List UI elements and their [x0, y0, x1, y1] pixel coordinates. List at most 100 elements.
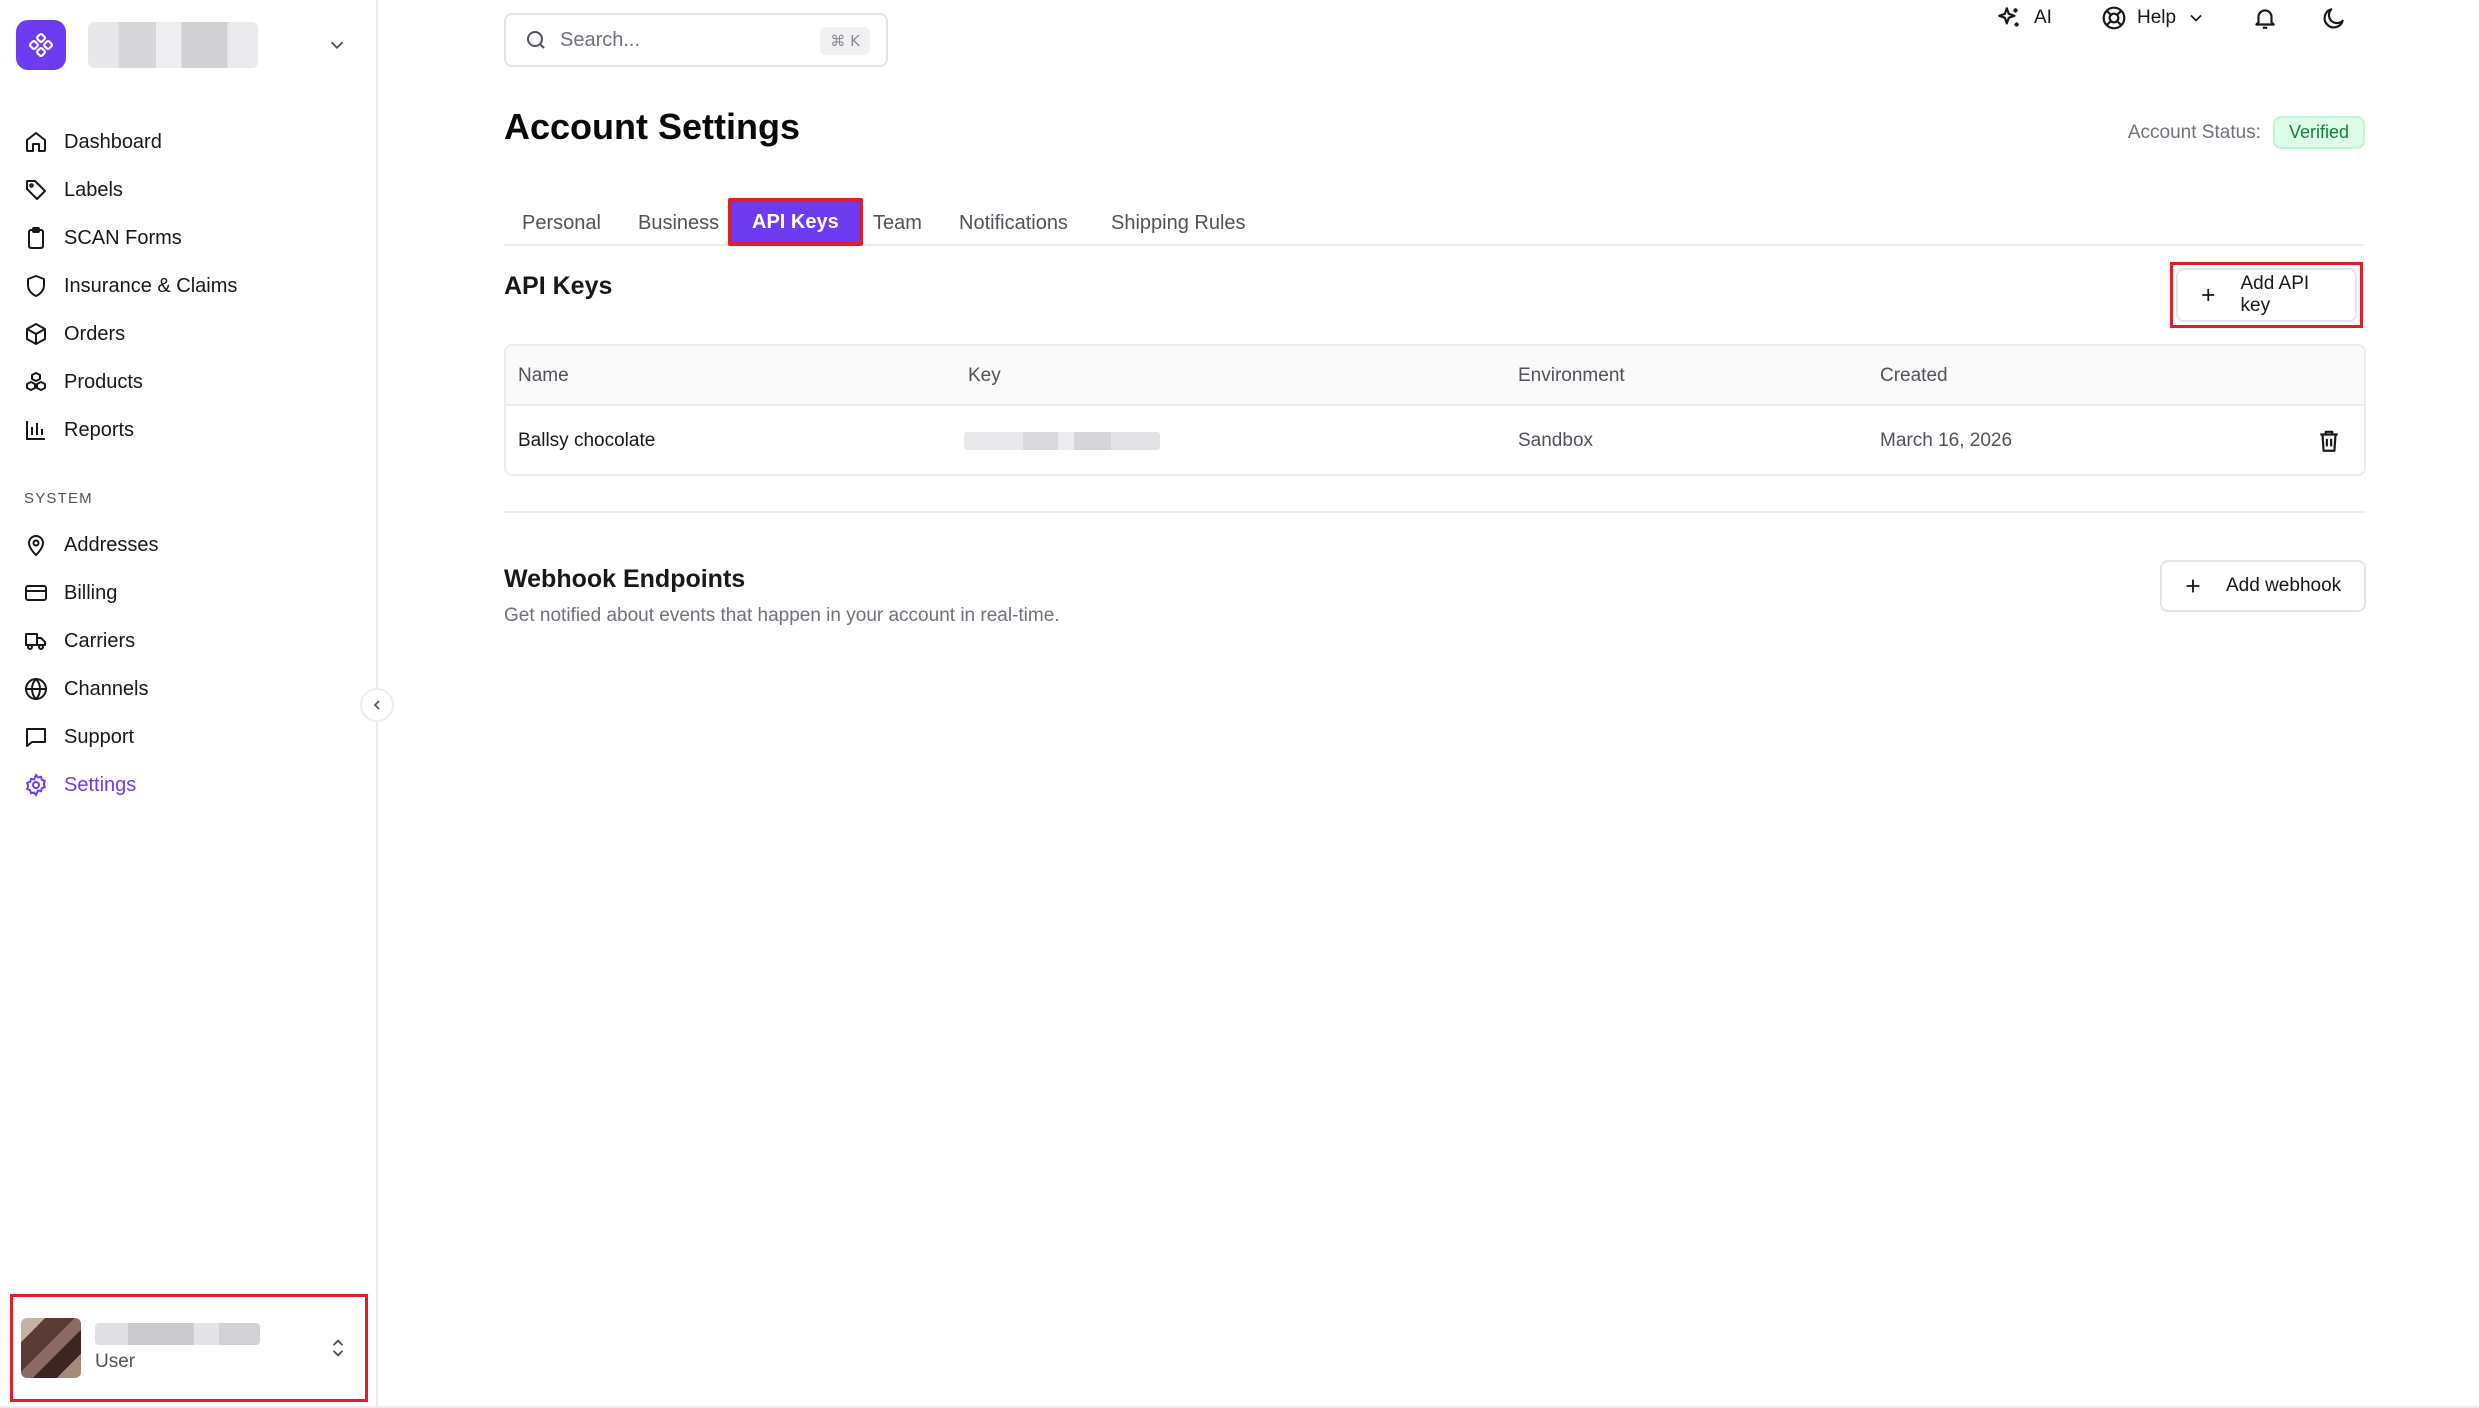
column-header-created: Created	[1880, 365, 1948, 386]
chevron-down-icon	[2190, 14, 2202, 22]
collapse-sidebar-button[interactable]	[360, 688, 394, 722]
column-header-key: Key	[968, 365, 1001, 386]
add-api-key-button[interactable]: Add API key	[2176, 268, 2357, 322]
status-badge: Verified	[2272, 116, 2365, 149]
sidebar-item-label: Carriers	[64, 629, 136, 652]
api-key-created: March 16, 2026	[1880, 430, 2013, 451]
map-pin-icon	[27, 535, 45, 557]
brand-logo	[16, 20, 66, 70]
sidebar-item-label: Channels	[64, 677, 149, 700]
avatar	[21, 1318, 81, 1378]
user-info: User	[95, 1323, 260, 1373]
workspace-name-redacted	[88, 22, 258, 68]
credit-card-icon	[25, 585, 47, 601]
sidebar-item-label: Dashboard	[64, 130, 162, 153]
chevron-down-icon	[330, 41, 344, 50]
api-key-name: Ballsy chocolate	[518, 430, 656, 451]
clipboard-icon	[28, 227, 44, 249]
tab-notifications[interactable]: Notifications	[959, 200, 1068, 246]
sidebar-item-reports[interactable]: Reports	[16, 406, 356, 454]
workspace-switcher[interactable]	[16, 20, 356, 70]
add-webhook-label: Add webhook	[2226, 575, 2342, 596]
sidebar-item-settings[interactable]: Settings	[16, 761, 356, 809]
sidebar-section-system: SYSTEM	[24, 490, 93, 507]
add-webhook-button[interactable]: Add webhook	[2160, 560, 2366, 612]
plus-icon	[2186, 579, 2200, 593]
sidebar-item-products[interactable]: Products	[16, 358, 356, 406]
ai-button[interactable]: AI	[1996, 0, 2052, 36]
logo-icon	[28, 32, 54, 58]
api-key-environment: Sandbox	[1518, 430, 1594, 451]
search-box[interactable]: ⌘ K	[504, 13, 888, 67]
sidebar-nav: Dashboard Labels SCAN Forms Insurance & …	[16, 118, 356, 809]
bell-icon	[2255, 9, 2275, 29]
webhooks-heading: Webhook Endpoints	[504, 565, 746, 593]
ai-label: AI	[2034, 7, 2052, 28]
notifications-button[interactable]	[2252, 0, 2278, 36]
moon-icon	[2323, 8, 2344, 29]
sidebar-item-label: Insurance & Claims	[64, 274, 238, 297]
sidebar-item-orders[interactable]: Orders	[16, 310, 356, 358]
package-icon	[26, 323, 46, 345]
gear-icon	[25, 773, 47, 797]
boxes-icon	[26, 372, 46, 391]
sidebar-item-label: SCAN Forms	[64, 226, 182, 249]
sidebar-item-support[interactable]: Support	[16, 713, 356, 761]
column-header-name: Name	[518, 365, 569, 386]
account-status-label: Account Status:	[2127, 121, 2261, 143]
api-keys-heading: API Keys	[504, 272, 613, 300]
sidebar: Dashboard Labels SCAN Forms Insurance & …	[0, 0, 378, 1408]
sidebar-item-label: Addresses	[64, 533, 159, 556]
sidebar-item-addresses[interactable]: Addresses	[16, 521, 356, 569]
tab-api-keys[interactable]: API Keys	[728, 198, 863, 246]
message-square-icon	[26, 728, 46, 747]
chevron-left-icon	[373, 700, 380, 710]
globe-icon	[25, 677, 47, 701]
sidebar-item-channels[interactable]: Channels	[16, 665, 356, 713]
shield-icon	[27, 275, 45, 297]
theme-toggle-button[interactable]	[2321, 0, 2347, 36]
tab-personal[interactable]: Personal	[522, 200, 601, 246]
add-api-key-label: Add API key	[2240, 273, 2310, 316]
sidebar-item-label: Settings	[64, 773, 137, 796]
settings-tabs: Personal Business API Keys Team Notifica…	[504, 198, 2364, 246]
key-mask	[964, 432, 1160, 450]
search-input[interactable]	[560, 28, 800, 52]
api-keys-table: Name Key Environment Created Ballsy choc…	[504, 344, 2366, 476]
sidebar-item-label: Support	[64, 725, 135, 748]
tag-icon	[26, 180, 46, 200]
page-title: Account Settings	[504, 106, 801, 147]
sidebar-item-scan-forms[interactable]: SCAN Forms	[16, 214, 356, 262]
sidebar-item-labels[interactable]: Labels	[16, 166, 356, 214]
sidebar-item-carriers[interactable]: Carriers	[16, 617, 356, 665]
truck-icon	[25, 633, 46, 650]
api-key-value-redacted	[964, 406, 1160, 474]
chevrons-up-down-icon	[332, 1339, 344, 1357]
account-status: Account Status: Verified	[2128, 116, 2365, 149]
sidebar-item-label: Orders	[64, 322, 126, 345]
search-icon	[527, 31, 545, 49]
tab-team[interactable]: Team	[873, 200, 922, 246]
help-label: Help	[2137, 7, 2177, 28]
help-menu-button[interactable]: Help	[2101, 0, 2206, 36]
section-divider	[504, 511, 2366, 513]
search-shortcut: ⌘ K	[820, 27, 870, 55]
sidebar-item-label: Labels	[64, 178, 123, 201]
user-name-redacted	[95, 1323, 260, 1345]
tab-shipping-rules[interactable]: Shipping Rules	[1111, 200, 1246, 246]
webhooks-description: Get notified about events that happen in…	[504, 605, 1060, 626]
tab-business[interactable]: Business	[638, 200, 719, 246]
user-role: User	[95, 1351, 136, 1372]
bar-chart-icon	[26, 421, 45, 440]
sidebar-item-label: Products	[64, 370, 143, 393]
sidebar-item-label: Billing	[64, 581, 118, 604]
table-header: Name Key Environment Created	[506, 346, 2364, 406]
user-menu[interactable]: User	[10, 1294, 368, 1402]
sidebar-item-billing[interactable]: Billing	[16, 569, 356, 617]
home-icon	[26, 132, 46, 152]
sparkles-icon	[1998, 7, 2019, 27]
trash-icon[interactable]	[2316, 428, 2342, 454]
sidebar-item-dashboard[interactable]: Dashboard	[16, 118, 356, 166]
sidebar-item-insurance-claims[interactable]: Insurance & Claims	[16, 262, 356, 310]
plus-icon	[2202, 289, 2215, 301]
